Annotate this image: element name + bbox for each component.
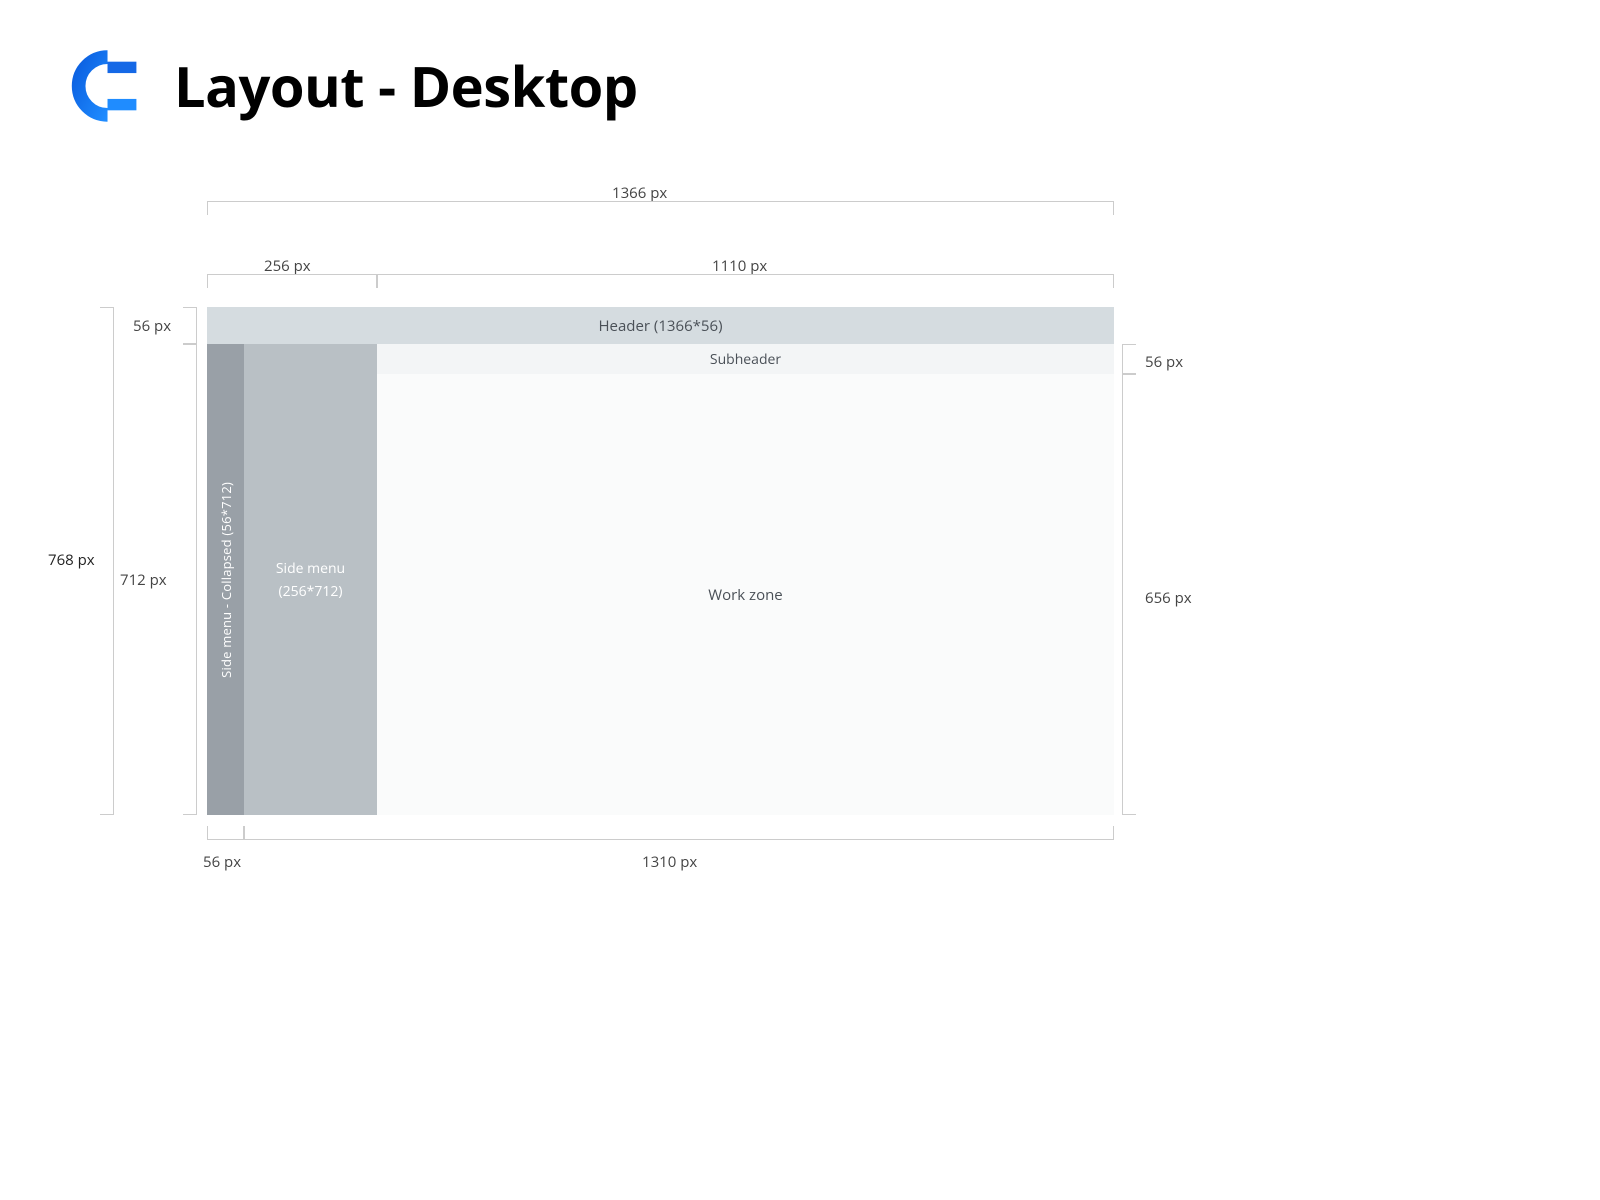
dimension-body-height: 712 px	[120, 570, 167, 590]
header-region: Header (1366*56)	[207, 307, 1114, 344]
dimension-header-height: 56 px	[133, 316, 171, 336]
bracket-work-area-width	[377, 274, 1114, 288]
bracket-header-height	[183, 307, 197, 344]
dimension-collapsed-width: 56 px	[203, 852, 241, 872]
side-menu-collapsed-region: Side menu - Collapsed (56*712)	[207, 344, 244, 815]
side-menu-region: Side menu (256*712)	[244, 344, 377, 815]
dimension-side-menu-width: 256 px	[264, 256, 311, 276]
bracket-subheader-height	[1122, 344, 1136, 374]
workzone-region: Work zone	[377, 374, 1114, 815]
dimension-workzone-height: 656 px	[1145, 588, 1192, 608]
subheader-label: Subheader	[710, 350, 781, 369]
workzone-label: Work zone	[708, 585, 782, 605]
bracket-expanded-body-width	[244, 826, 1114, 840]
dimension-subheader-height: 56 px	[1145, 352, 1183, 372]
side-collapsed-label: Side menu - Collapsed (56*712)	[217, 482, 235, 678]
bracket-side-menu-width	[207, 274, 377, 288]
layout-diagram: Header (1366*56) Side menu - Collapsed (…	[207, 307, 1114, 815]
brand-logo-icon	[68, 48, 144, 124]
dimension-expanded-body-width: 1310 px	[642, 852, 697, 872]
title-row: Layout - Desktop	[68, 48, 638, 124]
subheader-region: Subheader	[377, 344, 1114, 374]
bracket-total-height	[100, 307, 114, 815]
bracket-workzone-height	[1122, 374, 1136, 815]
bracket-body-height	[183, 344, 197, 815]
dimension-total-height: 768 px	[48, 550, 95, 570]
page-title: Layout - Desktop	[174, 48, 638, 124]
dimension-total-width: 1366 px	[612, 183, 667, 203]
dimension-work-area-width: 1110 px	[712, 256, 767, 276]
side-menu-label-line1: Side menu	[276, 559, 345, 578]
bracket-total-width	[207, 201, 1114, 215]
header-label: Header (1366*56)	[598, 316, 722, 336]
side-menu-label-line2: (256*712)	[279, 582, 343, 601]
bracket-collapsed-width	[207, 826, 244, 840]
